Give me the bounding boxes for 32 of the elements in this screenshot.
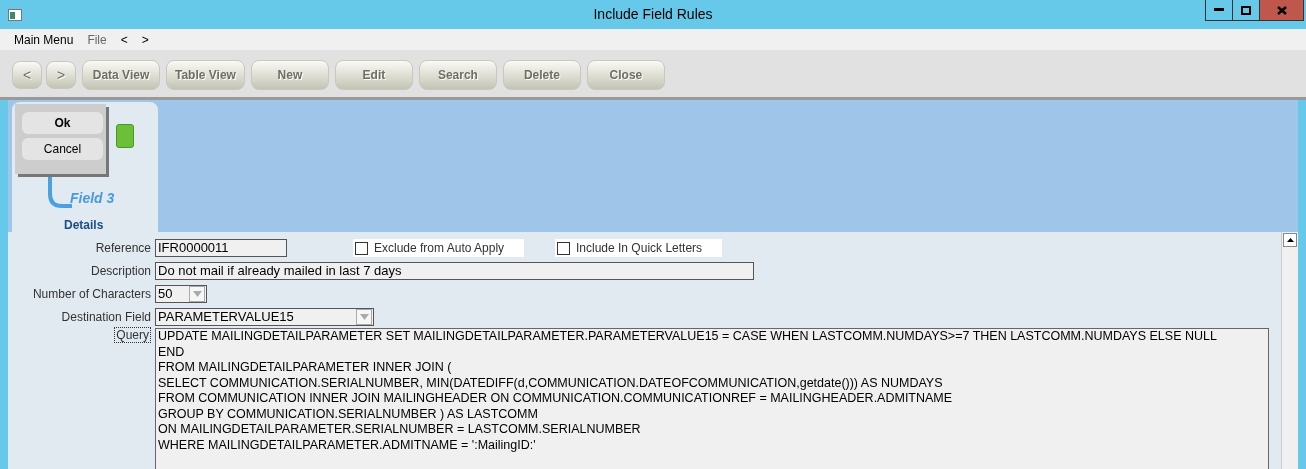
field-label: Description xyxy=(89,263,152,278)
scroll-up-button[interactable] xyxy=(1283,233,1297,247)
popup-button[interactable]: Cancel xyxy=(22,138,103,160)
checkbox-option[interactable]: Exclude from Auto Apply xyxy=(353,239,525,257)
maximize-icon xyxy=(1241,5,1251,15)
popup-button[interactable]: Ok xyxy=(22,112,103,134)
field-label: Number of Characters xyxy=(31,286,152,301)
dropdown-arrow-icon xyxy=(192,290,202,297)
window-title: Include Field Rules xyxy=(592,6,714,22)
menu-item[interactable]: File xyxy=(87,32,107,47)
field-label: Query xyxy=(114,327,151,343)
up-arrow-icon xyxy=(1286,238,1294,242)
scrollbar[interactable] xyxy=(1281,232,1298,469)
close-button[interactable] xyxy=(1259,0,1304,21)
query-textarea[interactable]: UPDATE MAILINGDETAILPARAMETER SET MAILINGDETAILPARAMETER.PARAMETERVALUE15 = CASE WHEN LASTCOMM.NUMDAYS>=7 THEN LASTCOMM.NUMDAYS ELSE NULL END FROM MAILINGDETAILPARAMETER INNER JOIN ( SELECT COMMUNICATION.SERIALNUMBER, MIN(DATEDIFF(d,COMMUNICATION.DATEOFCOMMUNICATION,getdate())) AS NUMDAYS FROM COMMUNICATION INNER JOIN MAILINGHEADER ON COMMUNICATION.COMMUNICATIONREF = MAILINGHEADER.ADMITNAME GROUP BY COMMUNICATION.SERIALNUMBER ) AS LASTCOMM ON MAILINGDETAILPARAMETER.SERIALNUMBER = LASTCOMM.SERIALNUMBER WHERE MAILINGDETAILPARAMETER.ADMITNAME = ':MailingID:' xyxy=(155,328,1269,469)
minimize-button[interactable] xyxy=(1205,0,1233,21)
close-icon xyxy=(1276,5,1287,15)
menu-item[interactable]: < xyxy=(120,32,128,47)
app-icon xyxy=(8,8,22,21)
field-label: Reference xyxy=(94,240,152,255)
checkbox-option[interactable]: Include In Quick Letters xyxy=(555,239,723,257)
field-label: Destination Field xyxy=(60,309,152,324)
menu-item[interactable]: Main Menu xyxy=(14,32,74,47)
menu-item[interactable]: > xyxy=(141,32,149,47)
destination-dropdown[interactable]: PARAMETERVALUE15 xyxy=(155,307,374,326)
dropdown-arrow-icon xyxy=(359,313,369,320)
details-tab[interactable]: Details xyxy=(64,218,104,232)
minimize-icon xyxy=(1214,8,1224,12)
tree-node-icon xyxy=(116,124,134,148)
reference-field[interactable]: IFR0000011 xyxy=(155,238,287,257)
characters-dropdown[interactable]: 50 xyxy=(155,284,207,303)
description-field[interactable]: Do not mail if already mailed in last 7 days xyxy=(155,261,754,280)
